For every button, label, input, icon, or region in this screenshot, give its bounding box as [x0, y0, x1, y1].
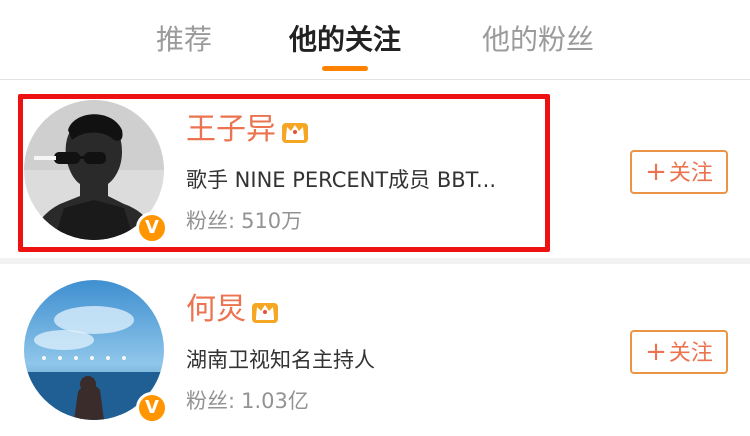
follow-button[interactable]: +关注: [630, 150, 728, 194]
highlight-annotation-box: [18, 94, 550, 252]
verified-badge-icon: V: [136, 392, 168, 424]
follow-button[interactable]: +关注: [630, 330, 728, 374]
plus-icon: +: [645, 337, 667, 367]
list-item[interactable]: V 何炅 湖南卫视知名主持人 粉丝: 1.03亿 +关注: [0, 264, 750, 436]
active-tab-indicator: [322, 66, 368, 71]
tab-recommend[interactable]: 推荐: [140, 20, 228, 60]
user-description: 湖南卫视知名主持人: [186, 348, 375, 372]
plus-icon: +: [645, 157, 667, 187]
tab-following[interactable]: 他的关注: [281, 20, 409, 60]
user-name[interactable]: 何炅: [186, 290, 280, 330]
tab-bar-divider: [0, 79, 750, 80]
avatar-container[interactable]: V: [24, 280, 168, 424]
crown-icon: [250, 295, 280, 325]
follow-button-label: 关注: [668, 341, 713, 366]
fans-label: 粉丝:: [186, 389, 236, 413]
fans-count-row: 粉丝: 1.03亿: [186, 386, 309, 416]
user-name-label[interactable]: 何炅: [186, 290, 246, 330]
follow-button-label: 关注: [668, 161, 713, 186]
fans-count: 1.03亿: [241, 389, 309, 413]
tab-bar: 推荐 他的关注 他的粉丝: [0, 0, 750, 80]
tab-followers[interactable]: 他的粉丝: [474, 20, 602, 60]
